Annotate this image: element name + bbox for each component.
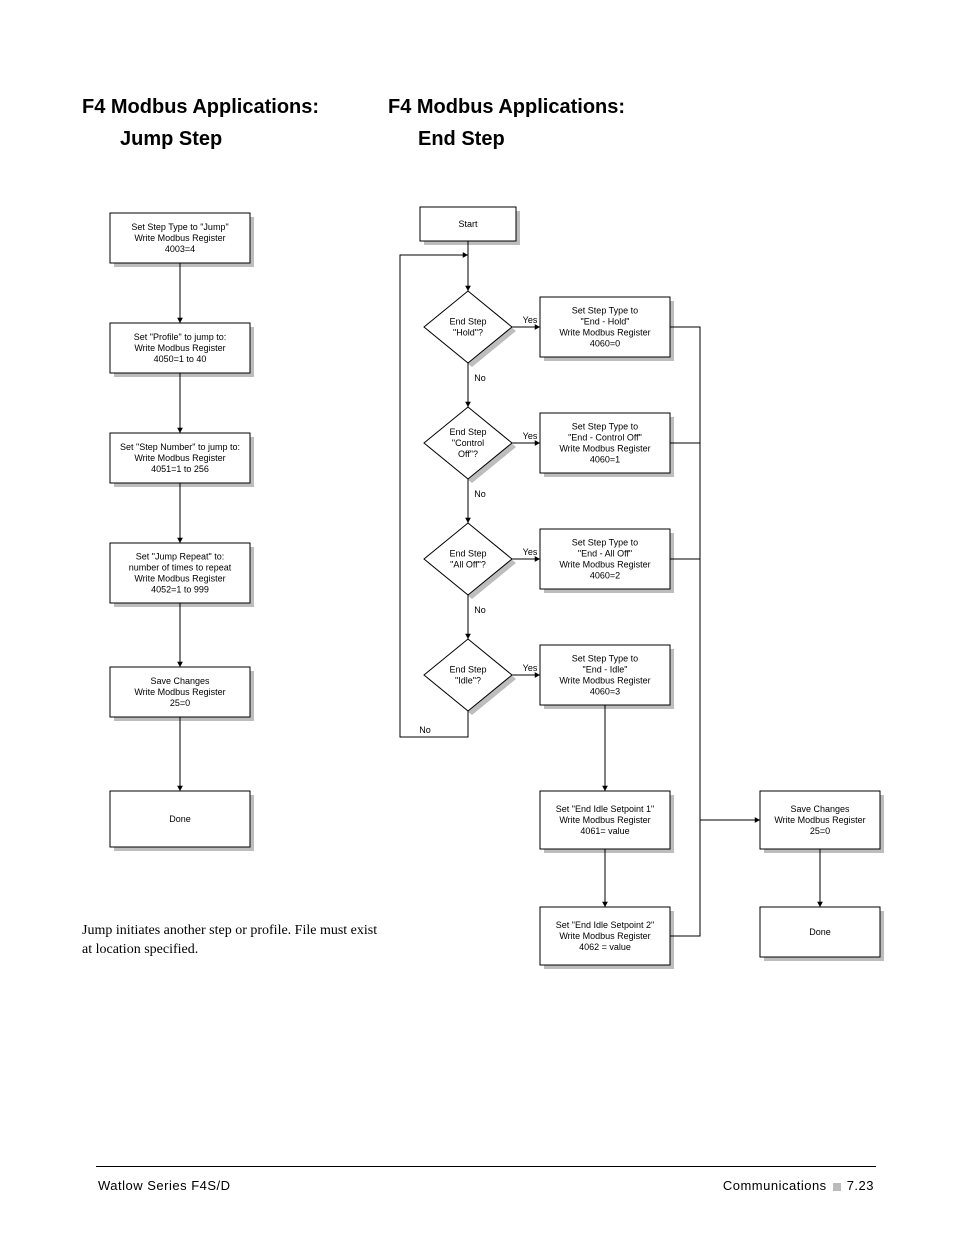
end-title-line2: End Step (418, 128, 505, 151)
svg-text:End Step"Hold"?: End Step"Hold"? (449, 317, 486, 338)
jump-title-line1: F4 Modbus Applications: (82, 96, 319, 119)
svg-text:Done: Done (809, 927, 831, 937)
end-title-line1: F4 Modbus Applications: (388, 96, 625, 119)
svg-text:Done: Done (169, 814, 191, 824)
svg-text:End Step"All Off"?: End Step"All Off"? (449, 549, 486, 570)
svg-text:No: No (474, 489, 486, 499)
svg-text:No: No (419, 725, 431, 735)
svg-text:Start: Start (458, 219, 478, 229)
svg-text:Yes: Yes (523, 431, 538, 441)
svg-text:Yes: Yes (523, 315, 538, 325)
footer-right: Communications7.23 (723, 1178, 874, 1193)
svg-text:Yes: Yes (523, 547, 538, 557)
footer-rule (96, 1166, 876, 1167)
jump-caption: Jump initiates another step or profile. … (82, 922, 382, 960)
jump-flowchart: Set Step Type to "Jump"Write Modbus Regi… (95, 195, 315, 915)
svg-text:No: No (474, 373, 486, 383)
end-flowchart: StartEnd Step"Hold"?Set Step Type to"End… (380, 195, 920, 1035)
footer-left: Watlow Series F4S/D (98, 1178, 231, 1193)
jump-title-line2: Jump Step (120, 128, 222, 151)
svg-text:Yes: Yes (523, 663, 538, 673)
svg-text:No: No (474, 605, 486, 615)
